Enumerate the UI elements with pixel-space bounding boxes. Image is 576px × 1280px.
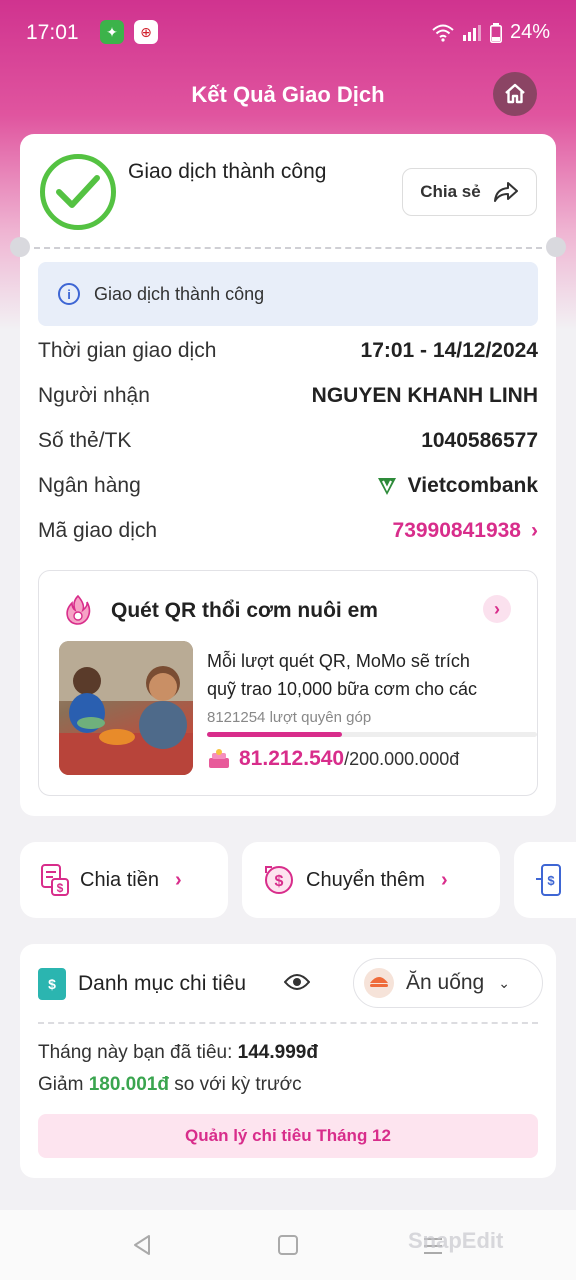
- split-money-button[interactable]: $ Chia tiền ›: [20, 842, 228, 918]
- detail-value: Vietcombank: [376, 474, 538, 498]
- chevron-right-icon[interactable]: ›: [483, 595, 511, 623]
- home-button[interactable]: [493, 72, 537, 116]
- spending-category-card: $ Danh mục chi tiêu Ăn uống ⌄ Tháng này …: [20, 944, 556, 1178]
- campaign-description-line: Mỗi lượt quét QR, MoMo sẽ trích: [207, 651, 470, 671]
- home-icon: [505, 83, 525, 104]
- detail-row-transaction-id[interactable]: Mã giao dịch 73990841938 ›: [38, 516, 538, 546]
- detail-label: Người nhận: [38, 384, 150, 407]
- phone-transfer-icon: $: [536, 864, 561, 896]
- ticket-notch: [546, 237, 566, 257]
- campaign-description-line: quỹ trao 10,000 bữa cơm cho các: [207, 679, 477, 699]
- app-notification-icon: ⊕: [134, 20, 158, 44]
- split-money-label: Chia tiền: [80, 868, 159, 891]
- quick-actions: $ Chia tiền › $ Chuyển thêm › $: [20, 842, 576, 918]
- wifi-icon: [432, 24, 454, 42]
- detail-row-recipient: Người nhận NGUYEN KHANH LINH: [38, 381, 538, 411]
- campaign-title: Quét QR thổi cơm nuôi em: [111, 599, 378, 622]
- monthly-spend-summary: Tháng này bạn đã tiêu: 144.999đ: [38, 1042, 318, 1064]
- monthly-spend-prefix: Tháng này bạn đã tiêu:: [38, 1042, 238, 1063]
- detail-value: 1040586577: [421, 429, 538, 452]
- transaction-id: 73990841938: [392, 519, 521, 542]
- manage-spending-button[interactable]: Quản lý chi tiêu Tháng 12: [38, 1114, 538, 1158]
- split-bill-icon: $: [41, 864, 69, 896]
- food-bowl-icon: [364, 968, 394, 998]
- spend-comparison: Giảm 180.001đ so với kỳ trước: [38, 1074, 302, 1096]
- app-header: Kết Quả Giao Dịch: [0, 70, 576, 120]
- category-label: Ăn uống: [406, 971, 485, 994]
- donation-count: 8121254 lượt quyên góp: [207, 709, 372, 726]
- comparison-prefix: Giảm: [38, 1074, 89, 1095]
- info-banner: i Giao dịch thành công: [38, 262, 538, 326]
- transfer-more-label: Chuyển thêm: [306, 868, 425, 891]
- battery-percent: 24%: [509, 21, 550, 43]
- category-dropdown[interactable]: Ăn uống ⌄: [353, 958, 543, 1008]
- share-button[interactable]: Chia sẻ: [402, 168, 537, 216]
- raised-amount: 81.212.540: [239, 747, 345, 770]
- status-title: Giao dịch thành công: [128, 160, 327, 183]
- campaign-amount: 81.212.540/200.000.000đ: [207, 747, 459, 771]
- chevron-right-icon: ›: [174, 868, 182, 891]
- share-arrow-icon: [493, 182, 518, 202]
- app-notification-icon: ✦: [100, 20, 124, 44]
- detail-label: Số thẻ/TK: [38, 429, 132, 452]
- chevron-right-icon: ›: [531, 519, 538, 542]
- divider: [38, 1022, 538, 1024]
- info-message: Giao dịch thành công: [94, 283, 265, 304]
- battery-icon: [489, 22, 502, 43]
- detail-row-bank: Ngân hàng Vietcombank: [38, 471, 538, 501]
- spending-title: Danh mục chi tiêu: [78, 972, 247, 995]
- back-icon[interactable]: [132, 1234, 152, 1256]
- svg-text:$: $: [547, 873, 555, 888]
- svg-text:$: $: [57, 881, 64, 895]
- detail-label: Mã giao dịch: [38, 519, 158, 542]
- page-title: Kết Quả Giao Dịch: [191, 82, 385, 107]
- transfer-money-icon: $: [265, 866, 293, 894]
- donation-stack-icon: [209, 749, 229, 768]
- bank-name: Vietcombank: [407, 474, 538, 497]
- transfer-more-button[interactable]: $ Chuyển thêm ›: [242, 842, 500, 918]
- campaign-description: Mỗi lượt quét QR, MoMo sẽ trích quỹ trao…: [207, 647, 527, 703]
- share-label: Chia sẻ: [420, 182, 481, 201]
- charity-campaign-card[interactable]: Quét QR thổi cơm nuôi em › Mỗi lượt quét…: [38, 570, 538, 796]
- status-bar: 17:01 ✦ ⊕ 24%: [0, 0, 576, 66]
- decrease-amount: 180.001đ: [88, 1074, 169, 1095]
- svg-text:$: $: [275, 873, 284, 890]
- system-navigation-bar: SnapEdit: [0, 1210, 576, 1280]
- success-check-icon: [40, 154, 116, 230]
- monthly-spend-amount: 144.999đ: [237, 1042, 318, 1063]
- detail-row-time: Thời gian giao dịch 17:01 - 14/12/2024: [38, 336, 538, 366]
- chevron-right-icon: ›: [440, 868, 448, 891]
- detail-value: NGUYEN KHANH LINH: [311, 384, 538, 407]
- comparison-suffix: so với kỳ trước: [168, 1074, 302, 1095]
- eye-icon[interactable]: [284, 972, 310, 992]
- campaign-photo: [59, 641, 193, 775]
- detail-label: Ngân hàng: [38, 474, 141, 497]
- more-action-button[interactable]: $: [514, 842, 576, 918]
- chevron-down-icon: ⌄: [498, 974, 510, 991]
- status-indicators: 24%: [432, 21, 550, 44]
- info-icon: i: [58, 283, 80, 305]
- watermark: SnapEdit: [408, 1228, 504, 1253]
- divider: [34, 247, 542, 249]
- campaign-progress-fill: [207, 732, 343, 737]
- detail-value: 17:01 - 14/12/2024: [360, 339, 538, 362]
- vietcombank-logo-icon: [377, 478, 396, 495]
- home-square-icon[interactable]: [278, 1235, 298, 1255]
- goal-amount: /200.000.000đ: [344, 749, 460, 769]
- transaction-result-card: Giao dịch thành công Chia sẻ i Giao dịch…: [10, 134, 566, 816]
- detail-row-account: Số thẻ/TK 1040586577: [38, 426, 538, 456]
- transaction-id-link[interactable]: 73990841938 ›: [393, 519, 538, 543]
- campaign-progress-bar: [207, 732, 537, 737]
- receipt-dollar-icon: $: [38, 968, 66, 1000]
- signal-icon: [462, 24, 481, 41]
- detail-label: Thời gian giao dịch: [38, 339, 217, 362]
- charity-flame-icon: [66, 594, 91, 625]
- status-time: 17:01: [26, 21, 79, 44]
- ticket-notch: [10, 237, 30, 257]
